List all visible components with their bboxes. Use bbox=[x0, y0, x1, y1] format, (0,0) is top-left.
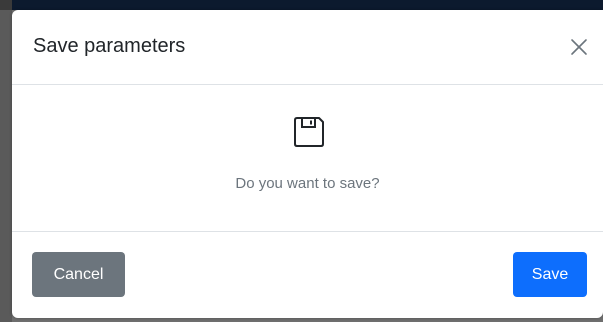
dialog-body: Do you want to save? bbox=[12, 86, 603, 231]
save-parameters-dialog: Save parameters Do you want to save? Can… bbox=[12, 10, 603, 318]
background-header-bar bbox=[0, 0, 603, 10]
close-icon bbox=[571, 39, 587, 55]
close-button[interactable] bbox=[569, 37, 589, 57]
dialog-header: Save parameters bbox=[12, 10, 603, 85]
dialog-message: Do you want to save? bbox=[235, 175, 380, 192]
background-page-strip bbox=[0, 0, 12, 322]
save-button[interactable]: Save bbox=[513, 252, 587, 297]
background-corner bbox=[0, 0, 12, 10]
cancel-button[interactable]: Cancel bbox=[32, 252, 125, 297]
dialog-footer: Cancel Save bbox=[12, 231, 603, 318]
dialog-title: Save parameters bbox=[33, 35, 186, 57]
floppy-disk-icon bbox=[294, 117, 324, 147]
